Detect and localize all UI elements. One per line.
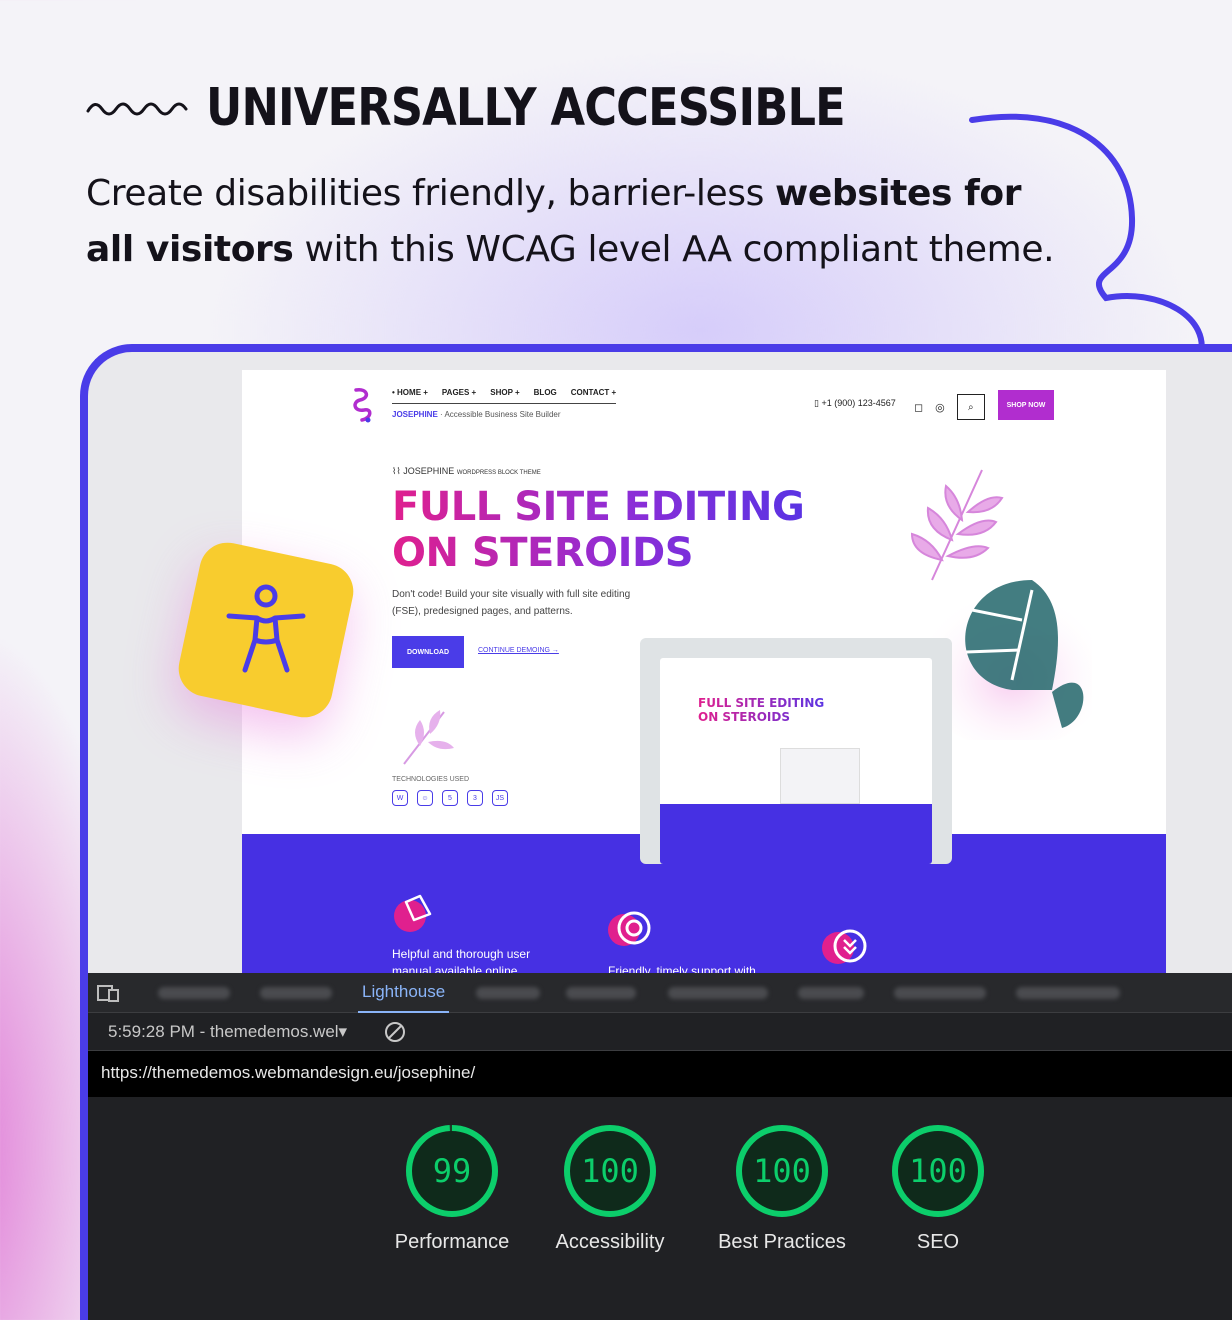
score-value: 100 <box>909 1152 967 1190</box>
site-brand: JOSEPHINE · Accessible Business Site Bui… <box>392 410 561 419</box>
device-toolbar-icon[interactable] <box>96 983 120 1003</box>
feather-illustration <box>403 710 454 765</box>
nav-item-contact[interactable]: CONTACT + <box>571 388 616 397</box>
hero-description: Don't code! Build your site visually wit… <box>392 589 631 617</box>
support-lifebuoy-icon <box>608 911 651 946</box>
accessibility-person-icon <box>226 584 306 673</box>
score-value: 99 <box>433 1152 472 1190</box>
score-ring: 100 <box>736 1125 828 1217</box>
score-ring: 100 <box>892 1125 984 1217</box>
score-gauge[interactable]: 100 Best Practices <box>692 1123 872 1254</box>
tab-performance[interactable] <box>668 987 768 999</box>
subtitle-bold: all visitors <box>86 229 294 270</box>
nav-item-home[interactable]: • HOME + <box>392 388 428 397</box>
tab-console[interactable] <box>260 987 332 999</box>
score-value: 100 <box>753 1152 811 1190</box>
tab-network[interactable] <box>566 987 636 999</box>
tab-application[interactable] <box>894 987 986 999</box>
continue-demoing-link[interactable]: CONTINUE DEMOING → <box>478 647 559 654</box>
accessibility-badge <box>173 537 359 723</box>
css3-icon: 3 <box>467 790 483 806</box>
main-nav: • HOME + PAGES + SHOP + BLOG CONTACT + <box>392 388 617 404</box>
search-icon: ⌕ <box>967 401 974 413</box>
report-selector[interactable]: 5:59:28 PM - themedemos.wel▾ <box>108 1022 347 1042</box>
tab-elements[interactable] <box>158 987 230 999</box>
html5-icon: 5 <box>442 790 458 806</box>
nested-hero-title: FULL SITE EDITING ON STEROIDS <box>698 696 825 724</box>
hero-title: FULL SITE EDITING ON STEROIDS <box>392 484 805 576</box>
score-ring: 100 <box>564 1125 656 1217</box>
score-label: SEO <box>916 1231 960 1253</box>
score-gauge[interactable]: 99 Performance <box>362 1123 542 1254</box>
nav-item-pages[interactable]: PAGES + <box>442 388 476 397</box>
score-ring: 99 <box>406 1125 498 1217</box>
technologies-label: TECHNOLOGIES USED <box>392 776 470 783</box>
lighthouse-scores: 99 Performance 100 Accessibility 100 Best Pra… <box>88 1123 1232 1273</box>
technologies-icons: W ☺ 5 3 JS <box>392 790 508 806</box>
nav-item-blog[interactable]: BLOG <box>534 388 557 397</box>
website-preview: • HOME + PAGES + SHOP + BLOG CONTACT + J… <box>242 370 1166 990</box>
score-label: Performance <box>394 1231 510 1253</box>
bag-icon[interactable]: ◻ <box>914 401 923 414</box>
score-value: 100 <box>581 1152 639 1190</box>
tab-security[interactable] <box>1016 987 1120 999</box>
shop-now-button[interactable]: SHOP NOW <box>998 390 1054 420</box>
brand-tagline: Accessible Business Site Builder <box>444 410 561 419</box>
score-gauge[interactable]: 100 SEO <box>848 1123 1028 1254</box>
josephine-logo-icon[interactable] <box>350 386 376 424</box>
tab-memory[interactable] <box>798 987 864 999</box>
javascript-icon: JS <box>492 790 508 806</box>
page-title: UNIVERSALLY ACCESSIBLE <box>206 78 846 138</box>
accessibility-tech-icon: ☺ <box>417 790 433 806</box>
audited-url-bar: https://themedemos.webmandesign.eu/josep… <box>88 1051 1232 1097</box>
device-frame: • HOME + PAGES + SHOP + BLOG CONTACT + J… <box>80 344 1232 1320</box>
score-gauge[interactable]: 100 Accessibility <box>520 1123 700 1254</box>
hero-eyebrow: ⌇⌇ JOSEPHINE WORDPRESS BLOCK THEME <box>392 466 541 476</box>
clear-icon[interactable] <box>384 1021 406 1043</box>
squiggle-icon <box>86 102 188 116</box>
nav-item-shop[interactable]: SHOP + <box>490 388 519 397</box>
wordpress-icon: W <box>392 790 408 806</box>
nested-thumbnail <box>780 748 860 804</box>
manual-book-icon <box>394 894 432 932</box>
account-icon[interactable]: ◎ <box>935 401 945 414</box>
score-label: Accessibility <box>555 1231 665 1253</box>
search-button[interactable]: ⌕ <box>956 394 985 420</box>
header-icons: ◻ ◎ ⌕ <box>914 394 985 420</box>
audited-url: https://themedemos.webmandesign.eu/josep… <box>101 1063 476 1082</box>
headline: UNIVERSALLY ACCESSIBLE <box>86 78 949 138</box>
devtools-panel: Lighthouse 5:59:28 PM - themedemos.wel▾ … <box>88 973 1232 1320</box>
tab-lighthouse[interactable]: Lighthouse <box>358 973 450 1013</box>
brand-name: JOSEPHINE <box>392 410 438 419</box>
score-label: Best Practices <box>718 1231 846 1253</box>
nested-screenshot: FULL SITE EDITING ON STEROIDS <box>640 638 952 864</box>
phone-number[interactable]: ▯ +1 (900) 123-4567 <box>814 398 896 409</box>
devtools-tabs: Lighthouse <box>88 973 1232 1013</box>
tab-sources[interactable] <box>476 987 540 999</box>
report-bar: 5:59:28 PM - themedemos.wel▾ <box>88 1013 1232 1051</box>
download-button[interactable]: DOWNLOAD <box>392 636 464 668</box>
accessible-chevron-icon <box>822 929 867 964</box>
